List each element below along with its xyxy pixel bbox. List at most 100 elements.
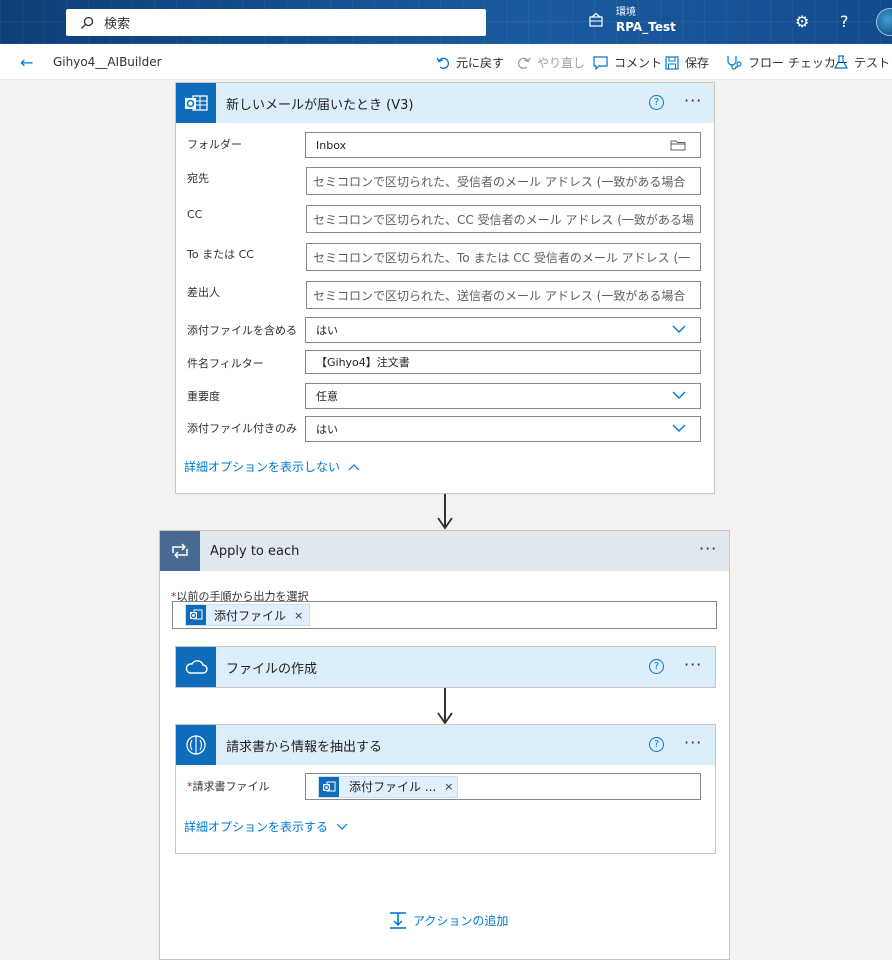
importance-dropdown[interactable]: 任意: [305, 383, 701, 409]
to-or-cc-label: To または CC: [187, 248, 254, 261]
comment-icon: [593, 55, 608, 70]
extract-invoice-card: 請求書から情報を抽出する ? ··· *請求書ファイル 添付ファイル ... ×…: [175, 724, 716, 854]
chevron-down-icon: [672, 424, 686, 432]
cc-label: CC: [187, 208, 203, 221]
more-options-icon[interactable]: ···: [684, 91, 702, 110]
flask-icon: [834, 55, 848, 69]
from-placeholder: セミコロンで区切られた、送信者のメール アドレス (一致がある場合: [313, 288, 686, 303]
outlook-icon: [319, 776, 339, 797]
search-placeholder: 検索: [104, 17, 131, 32]
back-arrow-icon[interactable]: ←: [20, 53, 33, 72]
apply-to-each-card: Apply to each ··· *以前の手順から出力を選択 添付ファイル ×…: [159, 530, 730, 960]
outlook-icon: [176, 83, 216, 123]
loop-icon: [160, 531, 200, 571]
folder-field[interactable]: Inbox: [305, 132, 701, 158]
only-with-attachments-value: はい: [316, 423, 338, 436]
flow-checker-label: フロー チェッカー: [748, 56, 848, 70]
remove-token-icon[interactable]: ×: [444, 780, 453, 793]
subject-filter-input[interactable]: 【Gihyo4】注文書: [305, 350, 701, 374]
flow-name: Gihyo4__AIBuilder: [53, 55, 162, 69]
help-circle-icon[interactable]: ?: [649, 95, 664, 110]
folder-icon[interactable]: [670, 139, 686, 151]
to-or-cc-input[interactable]: セミコロンで区切られた、To または CC 受信者のメール アドレス (一: [306, 243, 701, 271]
connector-arrow-icon[interactable]: [437, 516, 453, 530]
include-attachments-dropdown[interactable]: はい: [305, 317, 701, 343]
comment-button[interactable]: コメント: [593, 54, 662, 71]
to-label: 宛先: [187, 172, 209, 185]
search-icon: [81, 16, 94, 29]
subject-filter-label: 件名フィルター: [187, 357, 264, 370]
redo-icon: [518, 57, 531, 69]
folder-label: フォルダー: [187, 138, 242, 151]
help-circle-icon[interactable]: ?: [649, 659, 664, 674]
apply-to-each-header[interactable]: Apply to each ···: [160, 531, 729, 571]
outlook-icon: [186, 605, 206, 625]
only-with-attachments-dropdown[interactable]: はい: [305, 416, 701, 442]
invoice-file-input[interactable]: 添付ファイル ... ×: [305, 773, 701, 800]
folder-value: Inbox: [316, 138, 347, 152]
save-label: 保存: [685, 56, 710, 70]
environment-icon: [589, 12, 603, 27]
extract-invoice-header[interactable]: 請求書から情報を抽出する ? ···: [176, 725, 715, 765]
hide-advanced-options-link[interactable]: 詳細オプションを表示しない: [184, 458, 360, 475]
add-action-link[interactable]: アクションの追加: [389, 911, 508, 929]
include-attachments-value: はい: [316, 324, 338, 337]
to-or-cc-placeholder: セミコロンで区切られた、To または CC 受信者のメール アドレス (一: [313, 250, 691, 265]
chevron-down-icon: [672, 391, 686, 399]
test-button[interactable]: テスト: [834, 54, 890, 71]
select-output-input[interactable]: 添付ファイル ×: [172, 601, 717, 629]
to-input[interactable]: セミコロンで区切られた、受信者のメール アドレス (一致がある場合: [306, 167, 701, 195]
remove-token-icon[interactable]: ×: [294, 609, 303, 622]
trigger-card-header[interactable]: 新しいメールが届いたとき (V3) ? ···: [176, 83, 714, 123]
chevron-up-icon: [348, 463, 360, 470]
help-icon[interactable]: ?: [840, 12, 849, 31]
invoice-file-text: 請求書ファイル: [192, 780, 270, 793]
connector-arrow-icon[interactable]: [437, 711, 453, 725]
subject-filter-value: 【Gihyo4】注文書: [316, 356, 410, 369]
save-icon: [665, 55, 679, 70]
extract-invoice-title: 請求書から情報を抽出する: [226, 739, 383, 755]
more-options-icon[interactable]: ···: [699, 539, 717, 558]
create-file-card: ファイルの作成 ? ···: [175, 646, 716, 688]
create-file-title: ファイルの作成: [226, 661, 318, 677]
search-box[interactable]: 検索: [66, 9, 486, 36]
redo-button[interactable]: やり直し: [517, 54, 585, 71]
attachments-token[interactable]: 添付ファイル ×: [185, 604, 311, 626]
invoice-file-label: *請求書ファイル: [187, 778, 270, 794]
attachments-token-label: 添付ファイル ...: [349, 780, 437, 794]
attachments-token-label: 添付ファイル: [214, 608, 287, 623]
attachments-token[interactable]: 添付ファイル ... ×: [318, 775, 459, 798]
test-label: テスト: [854, 56, 891, 70]
cc-input[interactable]: セミコロンで区切られた、CC 受信者のメール アドレス (一致がある場: [306, 205, 701, 233]
more-options-icon[interactable]: ···: [684, 655, 702, 674]
more-options-icon[interactable]: ···: [684, 733, 702, 752]
create-file-header[interactable]: ファイルの作成 ? ···: [176, 647, 715, 687]
cc-placeholder: セミコロンで区切られた、CC 受信者のメール アドレス (一致がある場: [313, 212, 694, 227]
chevron-down-icon: [672, 325, 686, 333]
comment-label: コメント: [614, 56, 663, 70]
importance-value: 任意: [316, 390, 338, 403]
undo-icon: [436, 57, 449, 69]
from-input[interactable]: セミコロンで区切られた、送信者のメール アドレス (一致がある場合: [306, 281, 701, 309]
gear-icon[interactable]: ⚙: [795, 12, 809, 31]
show-advanced-options-link[interactable]: 詳細オプションを表示する: [184, 818, 348, 835]
chevron-down-icon: [336, 823, 348, 830]
avatar[interactable]: [876, 8, 892, 36]
environment-label: 環境: [616, 7, 636, 18]
apply-to-each-title: Apply to each: [210, 543, 300, 559]
help-circle-icon[interactable]: ?: [649, 737, 664, 752]
environment-picker[interactable]: 環境 RPA_Test: [588, 6, 676, 34]
environment-name: RPA_Test: [616, 20, 676, 34]
trigger-title: 新しいメールが届いたとき (V3): [226, 97, 414, 113]
redo-label: やり直し: [537, 56, 586, 70]
save-button[interactable]: 保存: [665, 54, 709, 71]
stethoscope-icon: [727, 56, 742, 70]
hide-advanced-options-label: 詳細オプションを表示しない: [184, 460, 341, 474]
from-label: 差出人: [187, 286, 220, 299]
undo-button[interactable]: 元に戻す: [436, 54, 504, 71]
trigger-card: 新しいメールが届いたとき (V3) ? ··· フォルダー Inbox 宛先 セ…: [175, 82, 715, 494]
add-action-icon: [390, 912, 406, 929]
command-bar: ← Gihyo4__AIBuilder 元に戻す やり直し コメント 保存 フロ…: [0, 44, 892, 80]
ai-brain-icon: [176, 725, 216, 765]
flow-checker-button[interactable]: フロー チェッカー: [726, 54, 848, 71]
